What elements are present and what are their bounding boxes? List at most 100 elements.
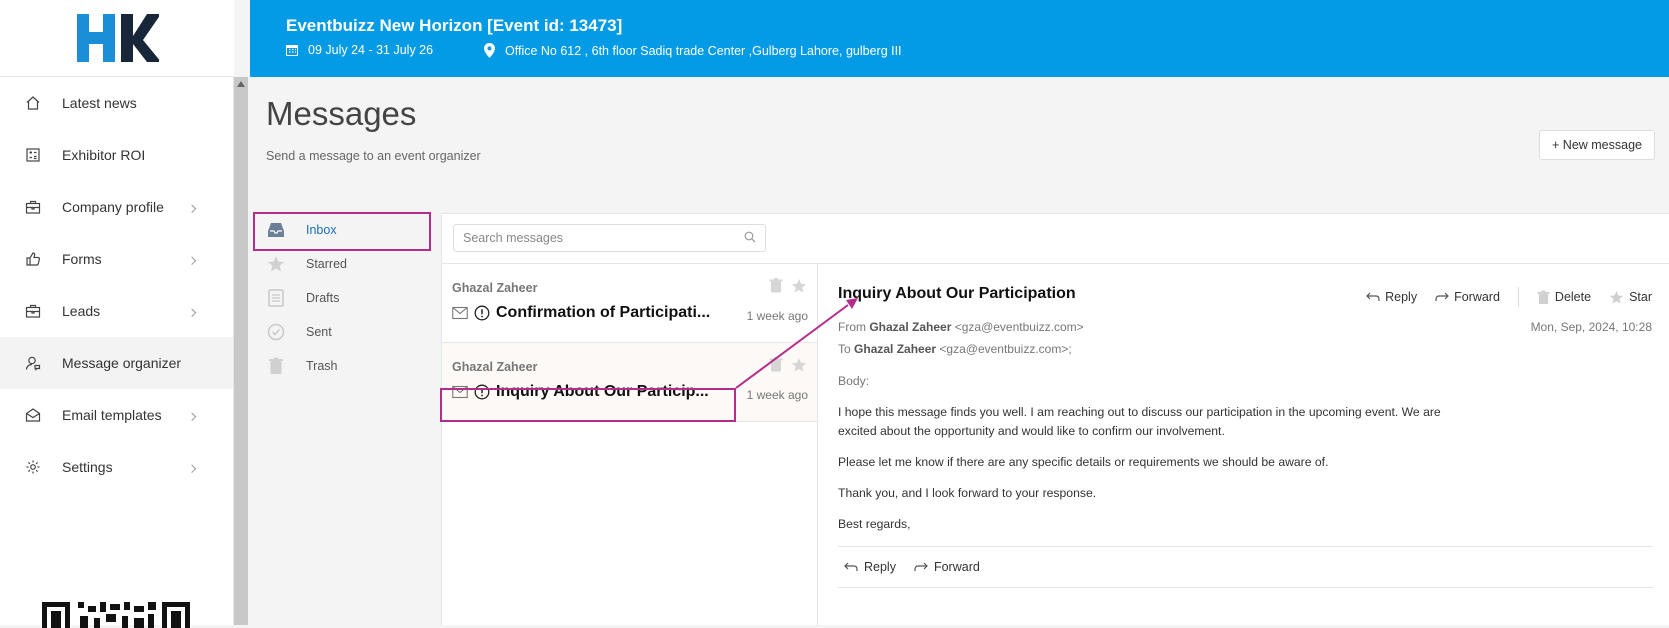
briefcase-icon [24, 198, 42, 216]
folder-label: Sent [306, 325, 332, 339]
reply-button[interactable]: Reply [1366, 290, 1417, 304]
delete-button[interactable]: Delete [1537, 290, 1591, 305]
sidebar-item-company-profile[interactable]: Company profile [0, 181, 233, 233]
trash-icon [266, 356, 286, 376]
trash-icon[interactable] [769, 357, 783, 372]
star-button[interactable]: Star [1609, 290, 1652, 305]
qr-code-icon [42, 602, 190, 628]
star-label: Star [1629, 290, 1652, 304]
trash-icon[interactable] [769, 278, 783, 293]
sidebar-item-message-organizer[interactable]: Message organizer [0, 337, 233, 389]
folder-starred[interactable]: Starred [250, 247, 441, 281]
star-icon [266, 254, 286, 274]
sidebar-item-exhibitor-roi[interactable]: Exhibitor ROI [0, 129, 233, 181]
folder-label: Drafts [306, 291, 340, 305]
chevron-right-icon [187, 308, 197, 318]
folder-trash[interactable]: Trash [250, 349, 441, 383]
star-icon[interactable] [791, 357, 807, 373]
reply-icon [1366, 292, 1380, 301]
reader-to: To Ghazal Zaheer <gza@eventbuizz.com>; [838, 342, 1072, 356]
message-time: 1 week ago [746, 388, 808, 402]
sidebar-item-label: Latest news [62, 95, 137, 111]
reply-label: Reply [1385, 290, 1418, 304]
scroll-up-arrow-icon[interactable] [237, 81, 245, 87]
reader-from: From Ghazal Zaheer <gza@eventbuizz.com> [838, 320, 1084, 334]
sidebar-scrollbar[interactable] [234, 77, 248, 625]
forward-label: Forward [1454, 290, 1500, 304]
chevron-right-icon [187, 412, 197, 422]
chevron-right-icon [187, 256, 197, 266]
sidebar-item-latest-news[interactable]: Latest news [0, 77, 233, 129]
info-circle-icon [474, 305, 490, 321]
star-icon [1609, 290, 1624, 304]
event-location: Office No 612 , 6th floor Sadiq trade Ce… [484, 43, 902, 58]
page-title: Messages [266, 95, 417, 132]
sidebar-item-forms[interactable]: Forms [0, 233, 233, 285]
divider [1517, 287, 1519, 307]
logo-icon [77, 14, 159, 62]
sidebar-item-settings[interactable]: Settings [0, 441, 233, 493]
reply-label: Reply [864, 560, 896, 574]
message-subject-row: Confirmation of Participati... [452, 304, 710, 322]
briefcase-icon [24, 302, 42, 320]
forward-button[interactable]: Forward [1435, 290, 1500, 304]
sidebar-item-label: Settings [62, 459, 113, 475]
reader-actions: Reply Forward Delete Star [1348, 287, 1652, 307]
footer-reply-button[interactable]: Reply [844, 560, 896, 574]
body-paragraph: Thank you, and I look forward to your re… [838, 486, 1097, 500]
event-header: Eventbuizz New Horizon [Event id: 13473]… [250, 0, 1669, 77]
folder-label: Starred [306, 257, 347, 271]
message-subject-row: Inquiry About Our Particip... [452, 383, 709, 401]
message-subject: Confirmation of Participati... [496, 304, 711, 321]
folder-list: Inbox Starred Drafts Sent Trash [250, 213, 441, 625]
reply-icon [844, 562, 858, 571]
event-dates-text: 09 July 24 - 31 July 26 [308, 43, 434, 57]
user-chat-icon [24, 354, 42, 372]
envelope-icon [452, 385, 468, 399]
message-list: Ghazal Zaheer Confirmation of Participat… [442, 264, 818, 626]
chevron-right-icon [187, 464, 197, 474]
search-input[interactable] [453, 224, 766, 252]
messages-panel: Ghazal Zaheer Confirmation of Participat… [441, 213, 1669, 626]
folder-drafts[interactable]: Drafts [250, 281, 441, 315]
message-subject: Inquiry About Our Particip... [496, 383, 709, 400]
logo[interactable] [0, 0, 234, 77]
gear-icon [24, 458, 42, 476]
sidebar-item-label: Exhibitor ROI [62, 147, 146, 163]
forward-label: Forward [933, 560, 980, 574]
sidebar-item-email-templates[interactable]: Email templates [0, 389, 233, 441]
event-title: Eventbuizz New Horizon [Event id: 13473] [286, 16, 623, 35]
search-bar [442, 214, 1669, 264]
footer-forward-button[interactable]: Forward [914, 560, 980, 574]
from-name: Ghazal Zaheer [869, 320, 952, 334]
body-paragraph: Please let me know if there are any spec… [838, 455, 1329, 469]
message-sender: Ghazal Zaheer [452, 281, 538, 295]
reader-subject: Inquiry About Our Participation [838, 285, 1076, 302]
message-item[interactable]: Ghazal Zaheer Confirmation of Participat… [442, 264, 817, 343]
body-paragraph: Best regards, [838, 517, 911, 531]
location-pin-icon [484, 43, 495, 58]
body-paragraph: I hope this message finds you well. I am… [838, 405, 1441, 438]
trash-icon [1537, 290, 1550, 304]
message-item-selected[interactable]: Ghazal Zaheer Inquiry About Our Particip… [442, 343, 817, 422]
new-message-button[interactable]: + New message [1539, 130, 1655, 160]
sidebar-item-label: Leads [62, 303, 101, 319]
star-icon[interactable] [791, 278, 807, 294]
event-dates: 09 July 24 - 31 July 26 [286, 43, 433, 57]
from-label: From [838, 320, 866, 334]
sidebar-item-label: Forms [62, 251, 102, 267]
sidebar-nav: Latest news Exhibitor ROI Company profil… [0, 77, 234, 625]
message-actions [769, 278, 807, 294]
envelope-icon [452, 306, 468, 320]
sidebar-item-leads[interactable]: Leads [0, 285, 233, 337]
to-name: Ghazal Zaheer [854, 342, 937, 356]
delete-label: Delete [1554, 290, 1592, 304]
reader-date: Mon, Sep, 2024, 10:28 [1530, 320, 1652, 334]
search-icon[interactable] [744, 231, 756, 243]
sidebar-item-label: Email templates [62, 407, 162, 423]
message-sender: Ghazal Zaheer [452, 360, 538, 374]
folder-sent[interactable]: Sent [250, 315, 441, 349]
folder-inbox[interactable]: Inbox [250, 213, 441, 247]
info-circle-icon [474, 384, 490, 400]
message-reader: Inquiry About Our Participation Reply Fo… [819, 264, 1669, 626]
